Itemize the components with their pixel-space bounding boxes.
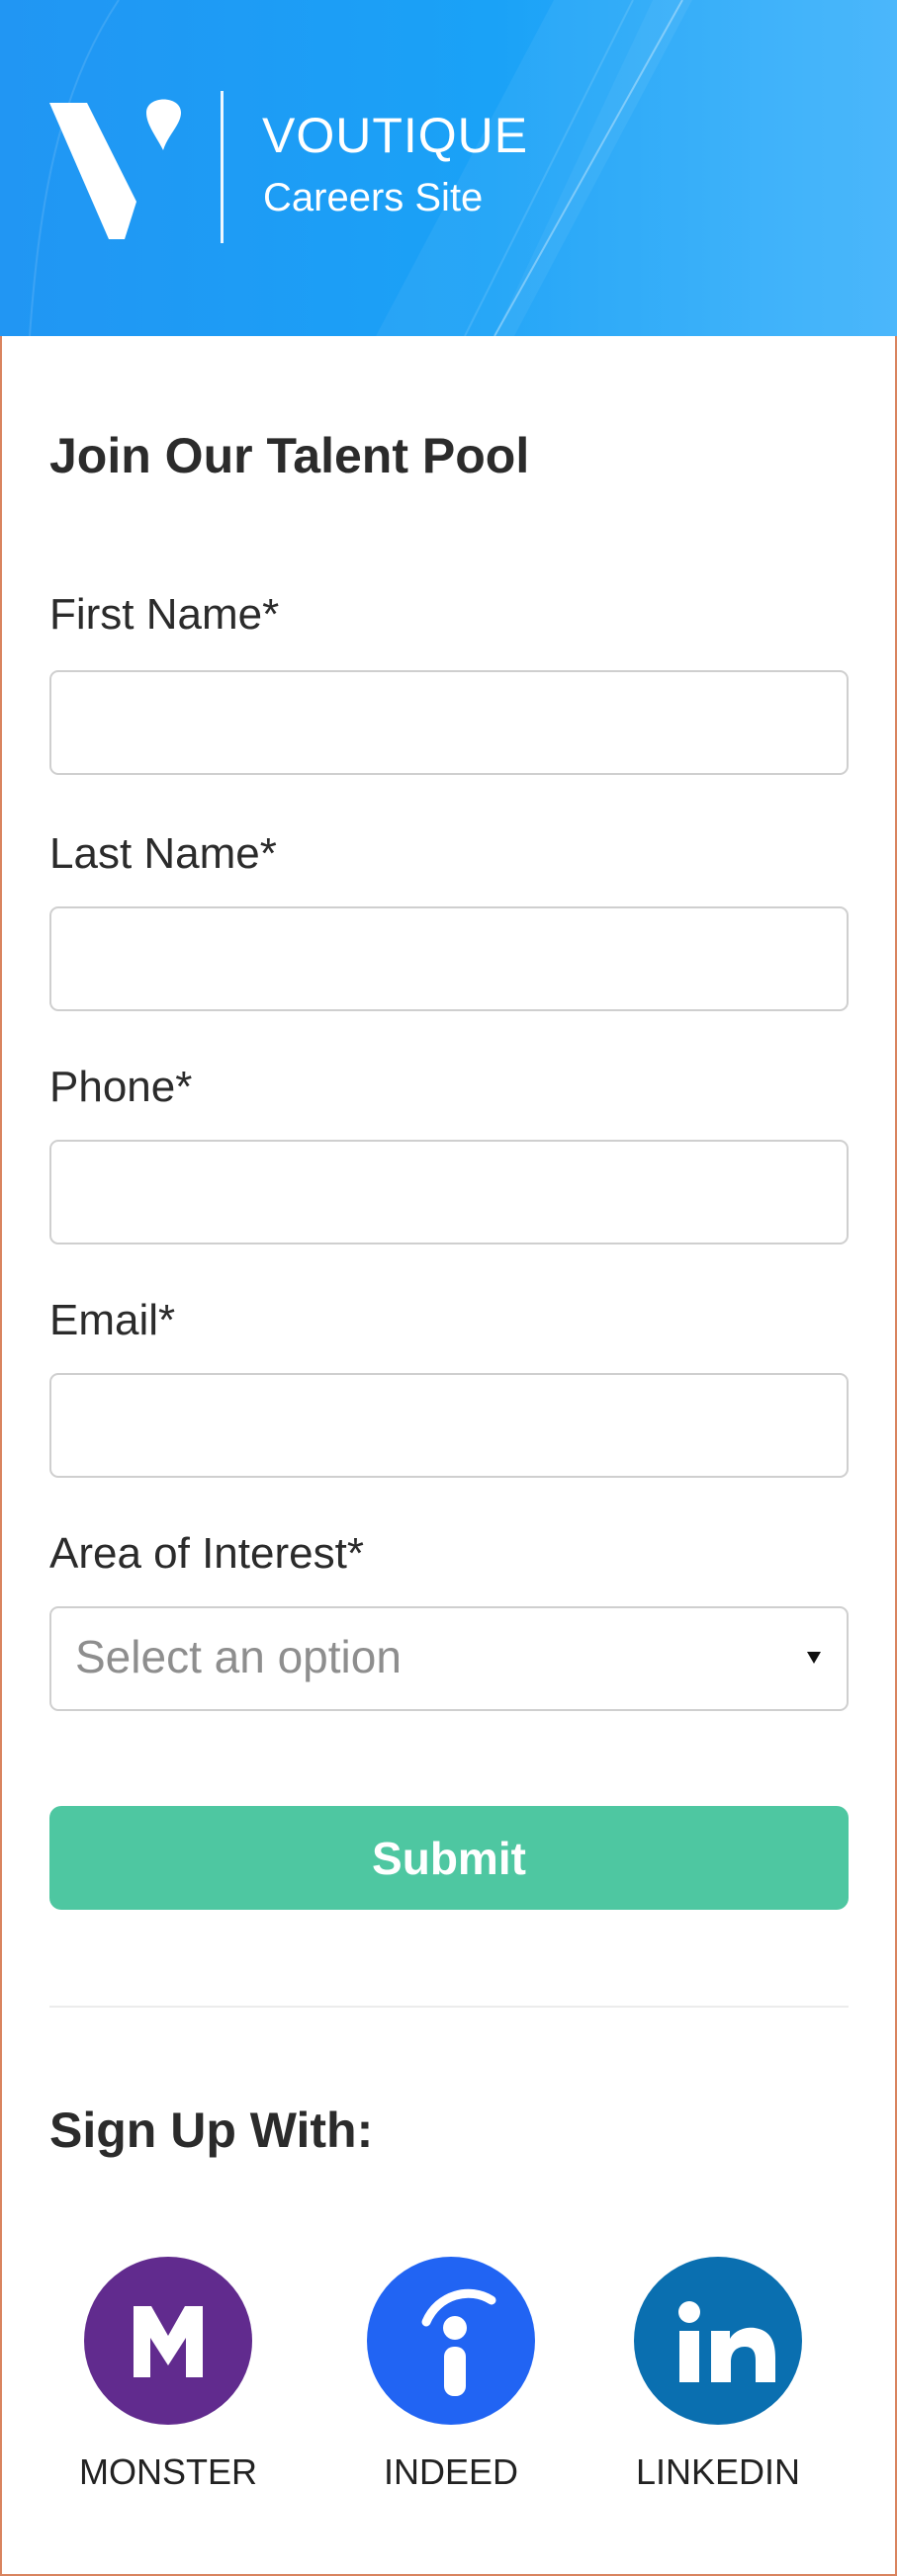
signup-indeed-button[interactable]: INDEED xyxy=(352,2257,550,2490)
page-title: Join Our Talent Pool xyxy=(49,428,530,483)
area-of-interest-selected-value: Select an option xyxy=(75,1631,402,1682)
phone-label: Phone* xyxy=(49,1063,193,1111)
area-of-interest-select[interactable]: Select an option xyxy=(49,1606,849,1711)
email-label: Email* xyxy=(49,1296,176,1344)
monster-icon xyxy=(84,2257,252,2425)
section-divider xyxy=(49,2006,849,2008)
voutique-logo-icon xyxy=(49,99,181,239)
brand-name: VOUTIQUE xyxy=(262,108,529,163)
indeed-label: INDEED xyxy=(383,2451,519,2492)
signup-title: Sign Up With: xyxy=(49,2103,374,2158)
caret-down-icon xyxy=(807,1652,821,1664)
linkedin-label: LINKEDIN xyxy=(635,2451,801,2492)
brand-subtitle: Careers Site xyxy=(263,176,484,219)
area-of-interest-label: Area of Interest* xyxy=(49,1529,364,1578)
monster-label: MONSTER xyxy=(79,2451,257,2492)
email-field[interactable] xyxy=(49,1373,849,1478)
last-name-field[interactable] xyxy=(49,906,849,1011)
indeed-icon xyxy=(367,2257,535,2425)
linkedin-icon xyxy=(634,2257,802,2425)
first-name-field[interactable] xyxy=(49,670,849,775)
submit-button[interactable]: Submit xyxy=(49,1806,849,1910)
first-name-label: First Name* xyxy=(49,590,280,639)
logo-divider xyxy=(221,91,224,243)
last-name-label: Last Name* xyxy=(49,829,277,878)
phone-field[interactable] xyxy=(49,1140,849,1245)
site-header: VOUTIQUE Careers Site xyxy=(0,0,897,336)
signup-linkedin-button[interactable]: LINKEDIN xyxy=(619,2257,817,2490)
signup-monster-button[interactable]: MONSTER xyxy=(69,2257,267,2490)
page-frame xyxy=(0,0,897,2576)
